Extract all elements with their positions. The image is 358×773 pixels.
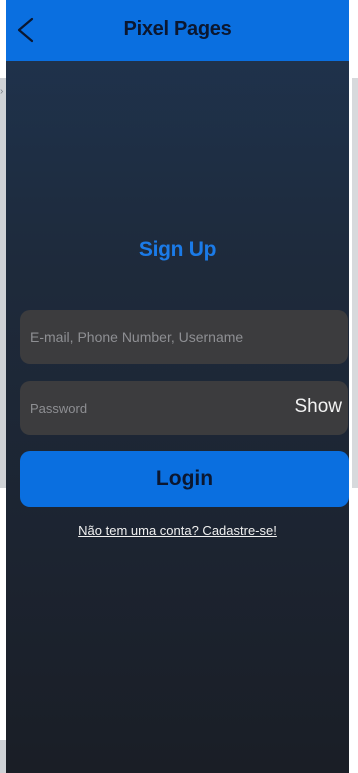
password-field[interactable]: Show: [20, 381, 348, 435]
show-password-toggle[interactable]: Show: [294, 396, 342, 418]
background-panel-right: [352, 78, 358, 488]
top-bar: Pixel Pages: [6, 0, 349, 61]
app-title: Pixel Pages: [123, 18, 232, 40]
chevron-right-icon: ›: [0, 86, 4, 97]
password-input[interactable]: [30, 381, 270, 435]
register-link[interactable]: Não tem uma conta? Cadastre-se!: [6, 523, 349, 538]
email-input[interactable]: [30, 310, 270, 364]
app-screen: Pixel Pages Sign Up Show Login Não tem u…: [6, 0, 349, 773]
page-title: Sign Up: [138, 238, 217, 261]
email-field[interactable]: [20, 310, 348, 364]
login-button[interactable]: Login: [20, 451, 349, 507]
